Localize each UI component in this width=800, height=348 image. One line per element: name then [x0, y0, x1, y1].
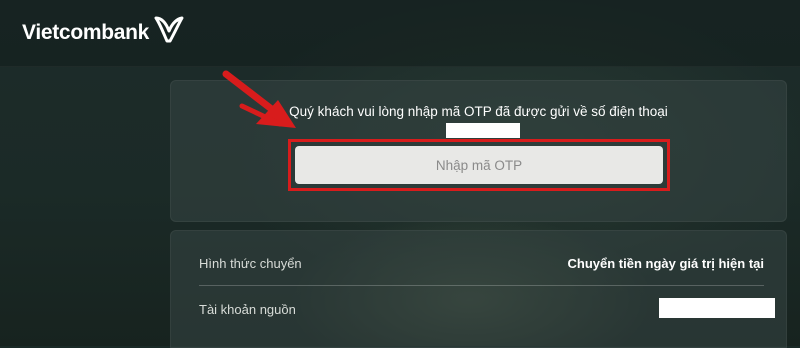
phone-number-redacted — [446, 123, 520, 138]
vietcombank-logo[interactable]: Vietcombank — [22, 15, 185, 51]
detail-value: Chuyển tiền ngày giá trị hiện tại — [567, 255, 764, 271]
app-header: Vietcombank — [0, 0, 800, 67]
detail-row-transfer-type: Hình thức chuyển Chuyển tiền ngày giá tr… — [199, 241, 764, 286]
detail-label: Tài khoản nguồn — [199, 301, 296, 317]
transfer-details-card: Hình thức chuyển Chuyển tiền ngày giá tr… — [170, 230, 787, 348]
otp-input[interactable] — [295, 146, 663, 184]
red-arrow-icon — [222, 70, 296, 128]
detail-row-source-account: Tài khoản nguồn — [199, 287, 775, 331]
detail-label: Hình thức chuyển — [199, 255, 302, 271]
vietcombank-v-icon — [154, 16, 184, 43]
brand-name: Vietcombank — [22, 21, 150, 44]
source-account-redacted — [659, 298, 775, 318]
